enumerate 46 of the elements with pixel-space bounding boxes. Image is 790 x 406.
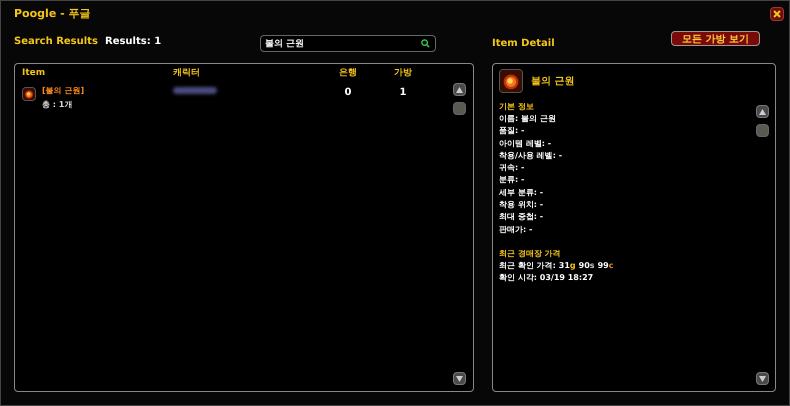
triangle-down-icon	[759, 376, 766, 382]
scroll-thumb[interactable]	[453, 102, 466, 115]
item-link[interactable]: [불의 근원]	[42, 85, 84, 97]
section-title: Item Detail	[492, 37, 555, 51]
column-header: Item	[22, 67, 46, 80]
blurred-character-name	[173, 87, 217, 94]
info-line: 아이템 레벨: -	[499, 138, 552, 150]
info-line: 귀속: -	[499, 162, 526, 174]
bag-count: 1	[398, 86, 408, 100]
scroll-up-button[interactable]	[453, 83, 466, 96]
info-line: 착용/사용 레벨: -	[499, 150, 564, 162]
info-line: 품질: -	[499, 125, 526, 138]
bank-count: 0	[344, 86, 352, 100]
info-line: 판매가: -	[499, 224, 534, 236]
search-field[interactable]: 불의 근원	[260, 34, 436, 52]
scroll-thumb[interactable]	[756, 124, 769, 137]
info-line: 착용 위치: -	[499, 199, 544, 212]
close-icon	[773, 10, 781, 18]
view-all-bags-button[interactable]: 모든 가방 보기	[671, 30, 760, 46]
section-title: Search Results	[14, 34, 99, 48]
price-line: 최근 확인 가격: 31g 90s 99c	[499, 260, 614, 272]
info-line: 확인 시각: 03/19 18:27	[499, 272, 594, 284]
scroll-down-button[interactable]	[453, 372, 466, 385]
fire-item-icon	[22, 87, 36, 101]
item-total: 총 : 1개	[42, 99, 74, 111]
triangle-up-icon	[456, 86, 463, 92]
scroll-down-button[interactable]	[756, 372, 769, 385]
column-header: 은행	[338, 67, 358, 80]
column-header: 캐릭터	[173, 67, 201, 80]
scroll-up-button[interactable]	[756, 105, 769, 118]
results-count: Results: 1	[105, 34, 162, 48]
info-line: 세부 분류: -	[499, 186, 544, 199]
column-header: 가방	[393, 67, 413, 80]
close-button[interactable]	[770, 7, 784, 21]
window-title: Poogle - 푸글	[14, 6, 91, 22]
search-icon	[421, 38, 430, 48]
triangle-up-icon	[759, 108, 766, 114]
result-row[interactable]: [불의 근원] 총 : 1개 0 1	[22, 85, 453, 111]
triangle-down-icon	[456, 376, 463, 382]
info-line: 이름: 불의 근원	[499, 113, 557, 125]
item-name: 불의 근원	[531, 74, 574, 88]
info-line: 최대 중첩: -	[499, 211, 544, 224]
info-heading: 기본 정보	[499, 101, 535, 113]
fire-item-icon	[499, 69, 523, 93]
info-heading: 최근 경매장 가격	[499, 248, 562, 260]
info-line: 분류: -	[499, 174, 526, 186]
